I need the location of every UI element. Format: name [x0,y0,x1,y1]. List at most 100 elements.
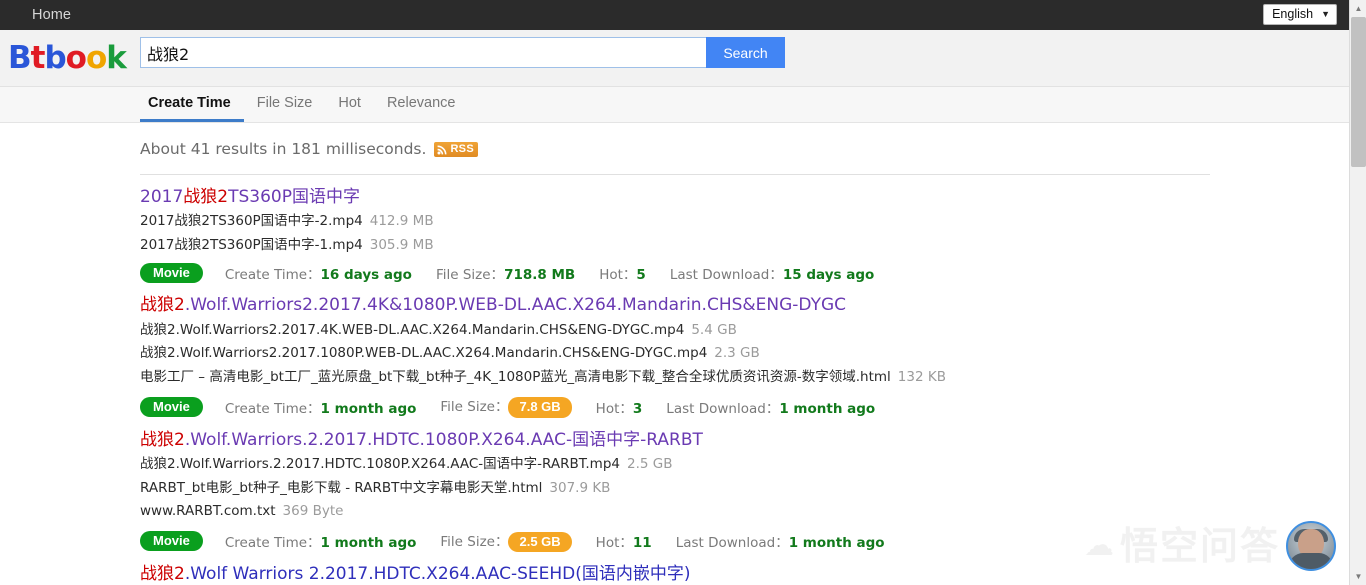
search-result-item: 2017战狼2TS360P国语中字 2017战狼2TS360P国语中字-2.mp… [140,175,1366,284]
meta-value: 15 days ago [782,267,875,284]
meta-hot: Hot：5 [599,263,646,283]
file-size: 132 KB [897,368,946,385]
meta-file-size: File Size：718.8 MB [436,263,575,283]
meta-label: Last Download： [666,400,780,417]
meta-value: 718.8 MB [504,267,576,284]
result-file-row: 2017战狼2TS360P国语中字-2.mp4 412.9 MB [140,212,1366,232]
file-size: 5.4 GB [691,321,737,338]
result-stats-row: About 41 results in 181 milliseconds. RS… [140,140,1366,158]
file-size: 369 Byte [282,503,344,520]
logo-letter-5: o [85,39,107,76]
meta-hot: Hot：11 [596,531,652,551]
meta-last-download: Last Download：15 days ago [670,263,874,283]
meta-label: Create Time： [224,267,321,284]
file-size-pill: 2.5 GB [508,531,572,553]
search-result-item: 战狼2.Wolf.Warriors2.2017.4K&1080P.WEB-DL.… [140,283,1366,418]
file-size: 2.3 GB [714,345,760,362]
sort-tabs: Create Time File Size Hot Relevance [0,87,1366,123]
meta-create-time: Create Time：1 month ago [225,531,417,551]
meta-label: File Size： [440,399,509,416]
scrollbar-thumb[interactable] [1351,17,1366,167]
language-selector-value: English [1272,6,1314,21]
meta-label: File Size： [435,267,505,284]
meta-value: 1 month ago [320,400,417,417]
logo-letter-3: b [44,39,66,76]
file-size: 305.9 MB [369,236,434,253]
search-input[interactable] [140,37,706,68]
search-header: Btbook Search [0,30,1366,87]
file-name: www.RARBT.com.txt [140,503,276,520]
nav-link-home[interactable]: Home [32,7,71,23]
meta-value: 5 [636,267,646,284]
rss-badge[interactable]: RSS [434,141,478,157]
tab-create-time[interactable]: Create Time [140,95,244,122]
results-area: About 41 results in 181 milliseconds. RS… [0,123,1366,585]
logo-letter-4: o [65,39,87,76]
tab-hot[interactable]: Hot [325,95,374,123]
meta-file-size: File Size： 2.5 GB [440,530,572,553]
logo-letter-6: k [106,39,127,76]
tab-file-size[interactable]: File Size [244,95,326,123]
meta-create-time: Create Time：1 month ago [225,397,417,417]
meta-label: Hot： [595,400,633,417]
meta-label: File Size： [440,533,509,550]
result-title-highlight: 战狼2 [140,429,185,450]
file-name: RARBT_bt电影_bt种子_电影下载 - RARBT中文字幕电影天堂.htm… [140,479,543,496]
scroll-down-arrow-icon[interactable]: ▼ [1350,568,1366,585]
meta-label: Last Download： [669,267,783,284]
meta-create-time: Create Time：16 days ago [225,263,412,283]
category-badge: Movie [140,263,203,284]
file-name: 战狼2.Wolf.Warriors.2.2017.HDTC.1080P.X264… [140,456,620,473]
file-name: 2017战狼2TS360P国语中字-1.mp4 [140,236,363,253]
category-badge: Movie [140,396,203,417]
tab-relevance[interactable]: Relevance [374,95,469,123]
meta-value: 1 month ago [779,400,876,417]
result-title-link[interactable]: 战狼2.Wolf.Warriors.2.2017.HDTC.1080P.X264… [140,430,703,451]
search-button[interactable]: Search [706,37,785,68]
file-size-pill: 7.8 GB [508,397,572,418]
meta-last-download: Last Download：1 month ago [666,397,875,417]
result-title-highlight: 战狼2 [140,295,185,316]
top-navigation-bar: Home English ▼ [0,0,1366,30]
meta-label: Create Time： [224,400,321,417]
logo-letter-1: B [8,39,32,76]
site-logo[interactable]: Btbook [8,39,127,76]
meta-last-download: Last Download：1 month ago [676,531,885,551]
file-name: 战狼2.Wolf.Warriors2.2017.1080P.WEB-DL.AAC… [140,345,708,362]
search-result-item: 战狼2.Wolf.Warriors.2.2017.HDTC.1080P.X264… [140,418,1366,553]
meta-label: Hot： [595,535,633,552]
result-file-row: 电影工厂 – 高清电影_bt工厂_蓝光原盘_bt下载_bt种子_4K_1080P… [140,368,1366,388]
search-result-item: 战狼2.Wolf Warriors 2.2017.HDTC.X264.AAC-S… [140,552,1366,585]
meta-value: 11 [632,535,652,552]
meta-value: 16 days ago [320,267,412,284]
result-title-suffix: .Wolf Warriors 2.2017.HDTC.X264.AAC-SEEH… [184,564,691,585]
result-file-row: 战狼2.Wolf.Warriors2.2017.4K.WEB-DL.AAC.X2… [140,321,1366,341]
result-title-link[interactable]: 战狼2.Wolf Warriors 2.2017.HDTC.X264.AAC-S… [140,564,691,585]
logo-letter-2: t [30,39,46,76]
file-name: 战狼2.Wolf.Warriors2.2017.4K.WEB-DL.AAC.X2… [140,321,685,338]
meta-value: 3 [632,400,643,417]
result-title-suffix: .Wolf.Warriors2.2017.4K&1080P.WEB-DL.AAC… [184,295,847,316]
scroll-up-arrow-icon[interactable]: ▲ [1350,0,1366,17]
category-badge: Movie [140,531,203,552]
meta-hot: Hot：3 [596,397,643,417]
result-title-highlight: 战狼2 [140,564,185,585]
file-name: 电影工厂 – 高清电影_bt工厂_蓝光原盘_bt下载_bt种子_4K_1080P… [140,368,891,385]
file-name: 2017战狼2TS360P国语中字-2.mp4 [140,213,363,230]
page-root: Home English ▼ Btbook Search Create Time… [0,0,1366,585]
chevron-down-icon: ▼ [1321,8,1330,19]
vertical-scrollbar[interactable]: ▲ ▼ [1349,0,1366,585]
result-file-row: 战狼2.Wolf.Warriors2.2017.1080P.WEB-DL.AAC… [140,344,1366,364]
meta-label: Hot： [599,267,637,284]
file-size: 2.5 GB [627,456,673,473]
result-file-row: RARBT_bt电影_bt种子_电影下载 - RARBT中文字幕电影天堂.htm… [140,479,1366,499]
meta-label: Last Download： [675,535,789,552]
file-size: 307.9 KB [549,479,611,496]
result-title-suffix: TS360P国语中字 [228,187,360,207]
meta-label: Create Time： [224,535,321,552]
result-title-link[interactable]: 2017战狼2TS360P国语中字 [140,187,360,208]
language-selector[interactable]: English ▼ [1263,4,1337,25]
result-stats-text: About 41 results in 181 milliseconds. [140,140,427,158]
meta-value: 1 month ago [788,535,885,552]
result-title-link[interactable]: 战狼2.Wolf.Warriors2.2017.4K&1080P.WEB-DL.… [140,295,846,316]
